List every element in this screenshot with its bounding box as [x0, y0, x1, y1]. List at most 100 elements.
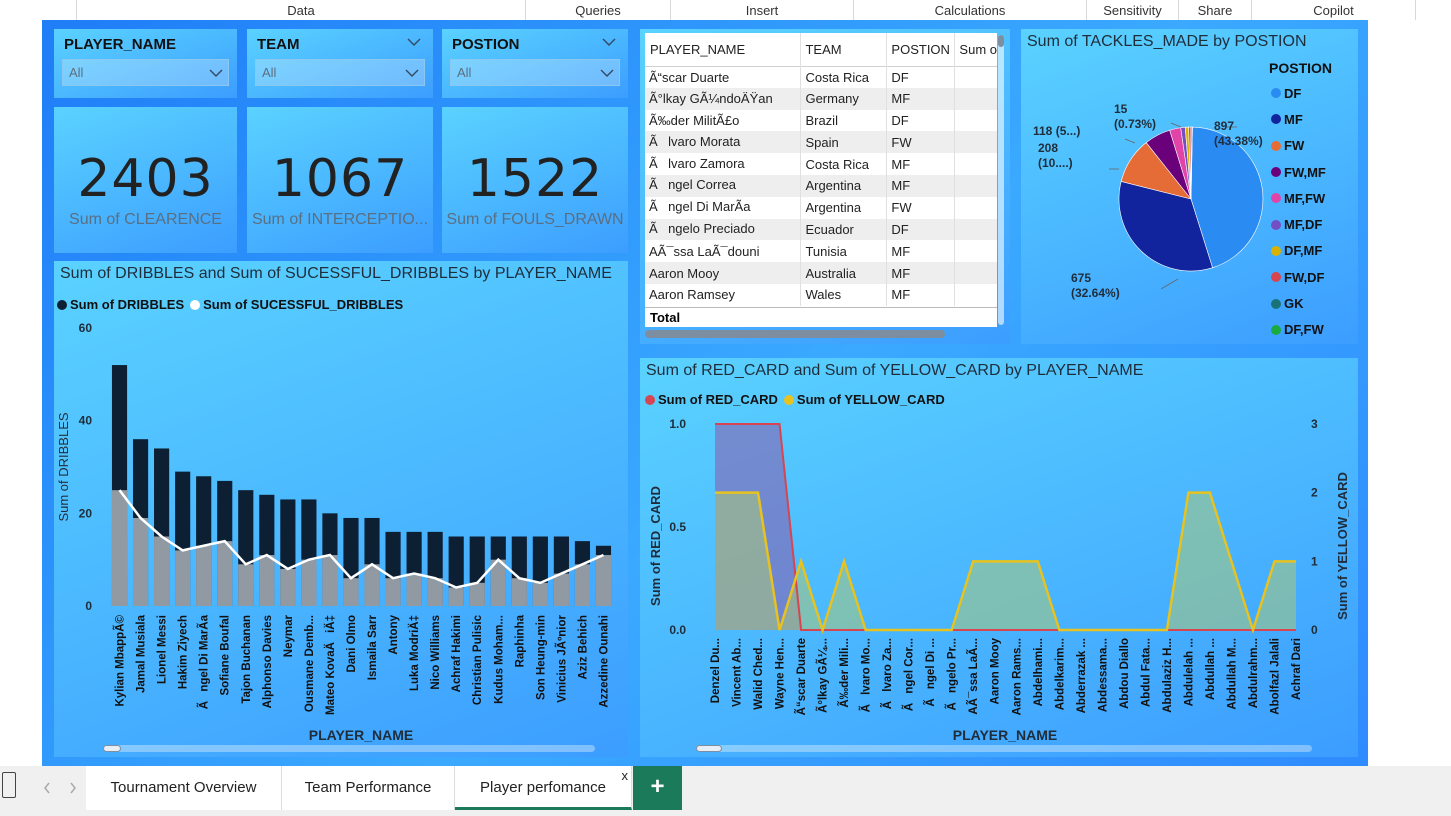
- table-vertical-scrollbar[interactable]: [998, 35, 1004, 325]
- x-tick-label: Vinicius JÃºnior: [555, 614, 568, 702]
- chart-scrollbar[interactable]: [103, 745, 595, 752]
- bar-successful-dribbles-fill: [364, 564, 380, 606]
- chevron-down-icon[interactable]: [407, 35, 421, 49]
- legend-item[interactable]: GK: [1271, 290, 1326, 316]
- column-header-postion[interactable]: POSTION: [886, 33, 955, 66]
- slicer-player-name[interactable]: PLAYER_NAME All: [54, 29, 237, 98]
- column-header-player-name[interactable]: PLAYER_NAME: [645, 33, 801, 66]
- pie-data-label: (10....): [1038, 156, 1073, 170]
- ribbon-sensitivity[interactable]: Sensitivity: [1086, 0, 1178, 20]
- add-page-button[interactable]: +: [633, 766, 682, 810]
- table-cell: Aaron Mooy: [649, 265, 720, 281]
- table-row[interactable]: Ãngel Correa Argentina MF: [645, 174, 997, 197]
- table-row[interactable]: Ã‰der MilitÃ£o Brazil DF: [645, 109, 997, 132]
- x-tick-label: Raphinha: [514, 614, 526, 667]
- chevron-left-icon[interactable]: [42, 781, 52, 795]
- chevron-down-icon: [209, 69, 223, 77]
- table-row[interactable]: Ã°lkay GÃ¼ndoÄŸan Germany MF: [645, 87, 997, 110]
- x-tick-label: Achraf Dari: [1291, 638, 1303, 700]
- legend-dot: [1271, 140, 1281, 151]
- table-cell: MF: [886, 174, 955, 197]
- table-row[interactable]: AÃ¯ssa LaÃ¯douni Tunisia MF: [645, 240, 997, 263]
- legend-item[interactable]: MF: [1271, 106, 1326, 132]
- table-cell: [954, 196, 997, 219]
- slicer-dropdown[interactable]: All: [450, 59, 620, 86]
- table-row[interactable]: Aaron Ramsey Wales MF: [645, 283, 997, 306]
- table-row[interactable]: Ãngel Di MarÃa Argentina FW: [645, 196, 997, 219]
- legend-item[interactable]: MF,FW: [1271, 185, 1326, 211]
- table-cell: Ãngel Correa: [649, 177, 736, 193]
- y-axis-title-left: Sum of RED_CARD: [648, 486, 663, 606]
- pie-data-label: (43.38%): [1214, 134, 1263, 148]
- x-tick-label: Ismaila Sarr: [367, 614, 379, 680]
- y-axis-title-right: Sum of YELLOW_CARD: [1335, 472, 1350, 620]
- legend-label: DF: [1284, 85, 1302, 101]
- x-tick-label: Jamal Musiala: [136, 614, 148, 693]
- scrollbar-thumb[interactable]: [103, 745, 121, 752]
- player-table-scroll[interactable]: PLAYER_NAME TEAM POSTION Sum o Ã“scar Du…: [645, 33, 997, 327]
- y-tick-label-right: 2: [1311, 486, 1318, 500]
- card-fouls-drawn[interactable]: 1522 Sum of FOULS_DRAWN: [442, 107, 628, 253]
- card-interceptions[interactable]: 1067 Sum of INTERCEPTIO...: [247, 107, 433, 253]
- legend-item[interactable]: FW,MF: [1271, 159, 1326, 185]
- legend-item[interactable]: MF,DF: [1271, 211, 1326, 237]
- ribbon-queries[interactable]: Queries: [525, 0, 670, 20]
- table-cell: MF: [886, 262, 955, 284]
- x-axis-title: PLAYER_NAME: [309, 727, 414, 743]
- slicer-dropdown[interactable]: All: [62, 59, 229, 86]
- scrollbar-thumb[interactable]: [998, 35, 1004, 47]
- cards-chart-visual[interactable]: Sum of RED_CARD and Sum of YELLOW_CARD b…: [640, 358, 1358, 757]
- slicer-dropdown[interactable]: All: [255, 59, 425, 86]
- tab-team-performance[interactable]: Team Performance: [282, 766, 455, 810]
- table-row[interactable]: Ãngelo Preciado Ecuador DF: [645, 218, 997, 241]
- y-tick-label: 20: [79, 506, 93, 520]
- legend-item[interactable]: DF,MF: [1271, 238, 1326, 264]
- x-tick-label: Luka ModriÄ‡: [408, 615, 421, 691]
- pie-data-label: 897: [1214, 119, 1234, 133]
- x-tick-label: Vincent Ab...: [732, 638, 744, 707]
- table-row[interactable]: Ãlvaro Zamora Costa Rica MF: [645, 153, 997, 175]
- tab-tournament-overview[interactable]: Tournament Overview: [86, 766, 282, 810]
- ribbon-share[interactable]: Share: [1178, 0, 1251, 20]
- table-body: Ã“scar Duarte Costa Rica DF Ã°lkay GÃ¼ndoÄŸ…: [645, 66, 997, 306]
- ribbon-calculations[interactable]: Calculations: [853, 0, 1086, 20]
- ribbon-insert[interactable]: Insert: [670, 0, 853, 20]
- scrollbar-thumb[interactable]: [696, 745, 722, 752]
- legend-item[interactable]: FW: [1271, 133, 1326, 159]
- tab-player-performance[interactable]: Player perfomance x: [455, 766, 632, 810]
- legend-label: FW,MF: [1284, 164, 1326, 180]
- chevron-down-icon[interactable]: [602, 35, 616, 49]
- bar-successful-dribbles-fill: [385, 578, 401, 606]
- table-cell: Ãngel Di MarÃa: [649, 199, 751, 215]
- dribbles-chart-visual[interactable]: Sum of DRIBBLES and Sum of SUCESSFUL_DRI…: [54, 261, 628, 757]
- table-cell: FW: [886, 196, 955, 219]
- table-horizontal-scrollbar[interactable]: [645, 330, 945, 338]
- column-header-sum[interactable]: Sum o: [954, 33, 997, 66]
- chevron-right-icon[interactable]: [68, 781, 78, 795]
- ribbon-data[interactable]: Data: [76, 0, 525, 20]
- slicer-postion[interactable]: POSTION All: [442, 29, 628, 98]
- pie-leader-line: [1170, 122, 1182, 128]
- slicer-title: POSTION: [452, 36, 520, 53]
- close-tab-icon[interactable]: x: [622, 754, 629, 798]
- chart-scrollbar[interactable]: [696, 745, 1312, 752]
- table-row[interactable]: Ãlvaro Morata Spain FW: [645, 131, 997, 154]
- table-cell: Ãlvaro Morata: [649, 133, 741, 149]
- table-cell: Argentina: [800, 174, 887, 197]
- player-table-visual[interactable]: PLAYER_NAME TEAM POSTION Sum o Ã“scar Du…: [640, 29, 1010, 344]
- column-header-team[interactable]: TEAM: [800, 33, 887, 66]
- card-clearence[interactable]: 2403 Sum of CLEARENCE: [54, 107, 237, 253]
- dribbles-chart: 60 40 20 0 Sum of DRIBBLES Kylian MbappÃ© Jama…: [56, 321, 612, 743]
- table-row[interactable]: Aaron Mooy Australia MF: [645, 262, 997, 284]
- legend-item[interactable]: FW,DF: [1271, 264, 1326, 290]
- card-value: 1067: [271, 149, 409, 209]
- mobile-layout-icon[interactable]: [2, 772, 16, 798]
- pie-chart-visual[interactable]: Sum of TACKLES_MADE by POSTION 897 (43.38…: [1021, 29, 1358, 344]
- slicer-value: All: [262, 65, 277, 80]
- slicer-team[interactable]: TEAM All: [247, 29, 433, 98]
- ribbon: Data Queries Insert Calculations Sensiti…: [0, 0, 1451, 20]
- legend-item[interactable]: DF: [1271, 80, 1326, 106]
- legend-item[interactable]: DF,FW: [1271, 317, 1326, 343]
- ribbon-copilot[interactable]: Copilot: [1251, 0, 1416, 20]
- table-row[interactable]: Ã“scar Duarte Costa Rica DF: [645, 66, 997, 88]
